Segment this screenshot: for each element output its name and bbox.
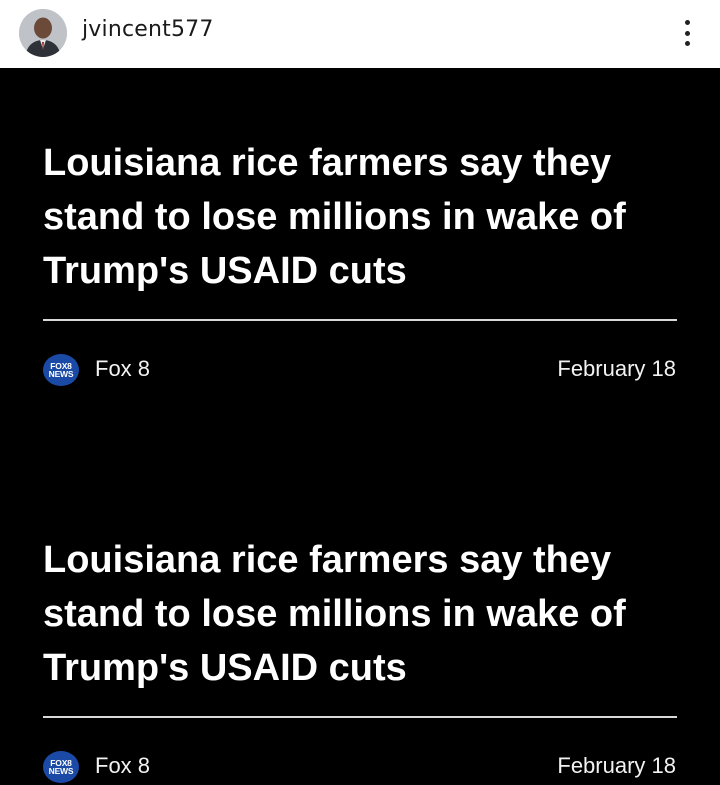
publish-date: February 18 — [557, 356, 676, 381]
news-card: Louisiana rice farmers say they stand to… — [0, 465, 720, 783]
avatar-image — [19, 9, 67, 57]
avatar[interactable] — [19, 9, 67, 57]
fox8-news-logo: FOX8 NEWS — [43, 751, 79, 783]
username[interactable]: jvincent577 — [82, 17, 214, 42]
headline: Louisiana rice farmers say they stand to… — [43, 142, 626, 292]
news-card: Louisiana rice farmers say they stand to… — [0, 68, 720, 386]
divider — [43, 716, 677, 718]
divider — [43, 319, 677, 321]
publish-date: February 18 — [557, 753, 676, 778]
post-image: Louisiana rice farmers say they stand to… — [0, 68, 720, 785]
post-header: jvincent577 — [0, 0, 720, 68]
more-vertical-icon[interactable] — [677, 18, 697, 48]
source-name: Fox 8 — [95, 356, 151, 381]
fox8-news-logo: FOX8 NEWS — [43, 354, 79, 386]
headline: Louisiana rice farmers say they stand to… — [43, 539, 626, 689]
source-name: Fox 8 — [95, 753, 151, 778]
